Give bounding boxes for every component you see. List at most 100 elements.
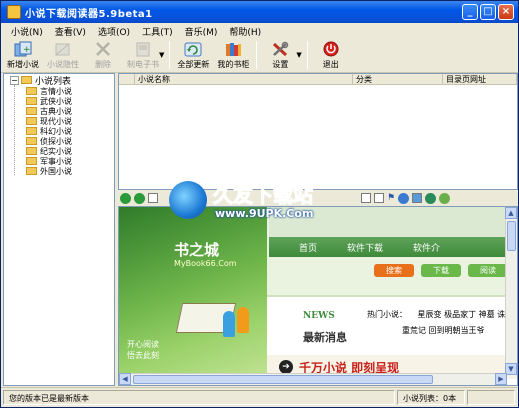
- title-bar[interactable]: 小说下载阅读器5.9beta1 _ □ ×: [1, 1, 518, 23]
- menu-help[interactable]: 帮助(H): [223, 25, 267, 38]
- flag-icon[interactable]: ⚑: [387, 193, 395, 203]
- scroll-right-icon[interactable]: ▶: [495, 373, 507, 385]
- tree-item[interactable]: 军事小说: [26, 156, 72, 166]
- minimize-button[interactable]: _: [462, 4, 478, 20]
- nav-software-download[interactable]: 软件下载: [347, 241, 383, 254]
- folder-icon: [26, 157, 37, 165]
- nav-software-intro[interactable]: 软件介: [413, 241, 440, 254]
- status-message: 您的版本已是最新版本: [3, 390, 395, 405]
- web-content[interactable]: 书之城 MyBook66.Com 开心阅读 悟去此刻 首页 软件下载 软件介 搜…: [118, 206, 518, 386]
- collapse-icon[interactable]: −: [10, 75, 19, 85]
- status-extra: [467, 390, 515, 405]
- site-url: MyBook66.Com: [174, 259, 237, 268]
- new-novel-label: 新增小说: [7, 60, 39, 69]
- settings-button[interactable]: 设置: [260, 39, 300, 71]
- tree-guide-line: [14, 85, 15, 175]
- site-name: 书之城: [174, 241, 220, 259]
- tree-root[interactable]: − 小说列表: [10, 74, 71, 87]
- app-icon: [7, 5, 21, 19]
- tree-item-label: 外国小说: [40, 166, 72, 176]
- power-icon: [321, 40, 341, 58]
- make-ebook-dropdown-icon[interactable]: ▼: [159, 51, 164, 59]
- scroll-up-icon[interactable]: ▲: [505, 207, 517, 219]
- search-button[interactable]: 搜索: [374, 264, 414, 277]
- scroll-thumb[interactable]: [507, 221, 516, 251]
- watermark: 久友下载站 www.9UPK.Com: [169, 179, 349, 225]
- folder-open-icon: [21, 76, 32, 84]
- horizontal-scrollbar[interactable]: ◀ ▶: [119, 373, 507, 385]
- tools-icon: [270, 40, 290, 58]
- maximize-button[interactable]: □: [480, 4, 496, 20]
- tree-item[interactable]: 纪实小说: [26, 146, 72, 156]
- person-illustration: [237, 307, 249, 333]
- delete-x-icon: [93, 40, 113, 58]
- globe-icon[interactable]: [425, 192, 437, 204]
- hot-label: 热门小说：: [367, 310, 407, 319]
- novel-list[interactable]: 小说名称 分类 目录页网址: [118, 73, 518, 190]
- my-bookshelf-button[interactable]: 我的书柜: [213, 39, 253, 71]
- tree-item[interactable]: 外国小说: [26, 166, 72, 176]
- ebook-icon: [133, 40, 153, 58]
- toolbar-separator: [306, 41, 308, 69]
- column-novel-name[interactable]: 小说名称: [135, 74, 353, 84]
- hot-novel-links-2[interactable]: 重荒记 回到明朝当王爷: [402, 325, 485, 336]
- column-category[interactable]: 分类: [353, 74, 443, 84]
- scroll-left-icon[interactable]: ◀: [119, 373, 131, 385]
- site-nav: 首页 软件下载 软件介: [269, 237, 517, 257]
- scroll-thumb[interactable]: [133, 375, 433, 384]
- forward-icon[interactable]: [134, 192, 145, 204]
- novel-tree[interactable]: − 小说列表 言情小说 武侠小说 古典小说 现代小说 科幻小说 侦探小说 纪实小…: [3, 73, 115, 386]
- person-illustration: [223, 311, 235, 337]
- download-button[interactable]: 下载: [421, 264, 461, 277]
- close-button[interactable]: ×: [498, 4, 514, 20]
- back-icon[interactable]: [120, 192, 131, 204]
- menu-tools[interactable]: 工具(T): [136, 25, 179, 38]
- svg-text:+: +: [23, 45, 31, 55]
- tree-item[interactable]: 现代小说: [26, 116, 72, 126]
- copy-icon[interactable]: [374, 193, 384, 203]
- menu-bar: 小说(N) 查看(V) 选项(O) 工具(T) 音乐(M) 帮助(H): [1, 23, 518, 39]
- tree-item[interactable]: 科幻小说: [26, 126, 72, 136]
- tagline-line: 悟去此刻: [127, 351, 159, 360]
- exit-button[interactable]: 退出: [311, 39, 351, 71]
- read-button[interactable]: 阅读: [468, 264, 508, 277]
- hide-icon: [53, 40, 73, 58]
- hot-novels: 热门小说： 星辰变 极品家丁 神墓 诛: [367, 309, 505, 320]
- make-ebook-button[interactable]: 制电子书: [123, 39, 163, 71]
- nav-home[interactable]: 首页: [299, 241, 317, 254]
- settings-dropdown-icon[interactable]: ▼: [296, 51, 301, 59]
- view-icon[interactable]: [361, 193, 371, 203]
- watermark-url: www.9UPK.Com: [215, 207, 314, 220]
- status-novel-count: 小说列表：0本: [397, 390, 465, 405]
- menu-novel[interactable]: 小说(N): [5, 25, 49, 38]
- update-all-button[interactable]: 全部更新: [173, 39, 213, 71]
- app-window: 小说下载阅读器5.9beta1 _ □ × 小说(N) 查看(V) 选项(O) …: [0, 0, 519, 408]
- hot-novel-links[interactable]: 星辰变 极品家丁 神墓 诛: [418, 310, 506, 319]
- page-icon[interactable]: [148, 193, 158, 203]
- delete-label: 删除: [95, 60, 111, 69]
- folder-icon: [26, 127, 37, 135]
- menu-music[interactable]: 音乐(M): [179, 25, 224, 38]
- watermark-logo-icon: [169, 181, 207, 219]
- gear-icon[interactable]: [398, 192, 410, 204]
- folder-icon: [26, 107, 37, 115]
- new-novel-button[interactable]: + 新增小说: [3, 39, 43, 71]
- tree-item[interactable]: 言情小说: [26, 86, 72, 96]
- home-icon[interactable]: [439, 192, 451, 204]
- vertical-scrollbar[interactable]: ▲ ▼: [505, 207, 517, 375]
- delete-button[interactable]: 删除: [83, 39, 123, 71]
- menu-view[interactable]: 查看(V): [49, 25, 92, 38]
- make-ebook-label: 制电子书: [127, 60, 159, 69]
- novel-hide-button[interactable]: 小说隐性: [43, 39, 83, 71]
- image-icon[interactable]: [412, 193, 423, 203]
- column-toc-url[interactable]: 目录页网址: [443, 74, 517, 84]
- watermark-text: 久友下载站: [213, 183, 314, 208]
- tree-item[interactable]: 古典小说: [26, 106, 72, 116]
- tree-item[interactable]: 武侠小说: [26, 96, 72, 106]
- refresh-icon: [183, 40, 203, 58]
- my-bookshelf-label: 我的书柜: [217, 60, 250, 69]
- folder-icon: [26, 147, 37, 155]
- tree-item[interactable]: 侦探小说: [26, 136, 72, 146]
- column-check[interactable]: [119, 74, 135, 84]
- menu-options[interactable]: 选项(O): [92, 25, 136, 38]
